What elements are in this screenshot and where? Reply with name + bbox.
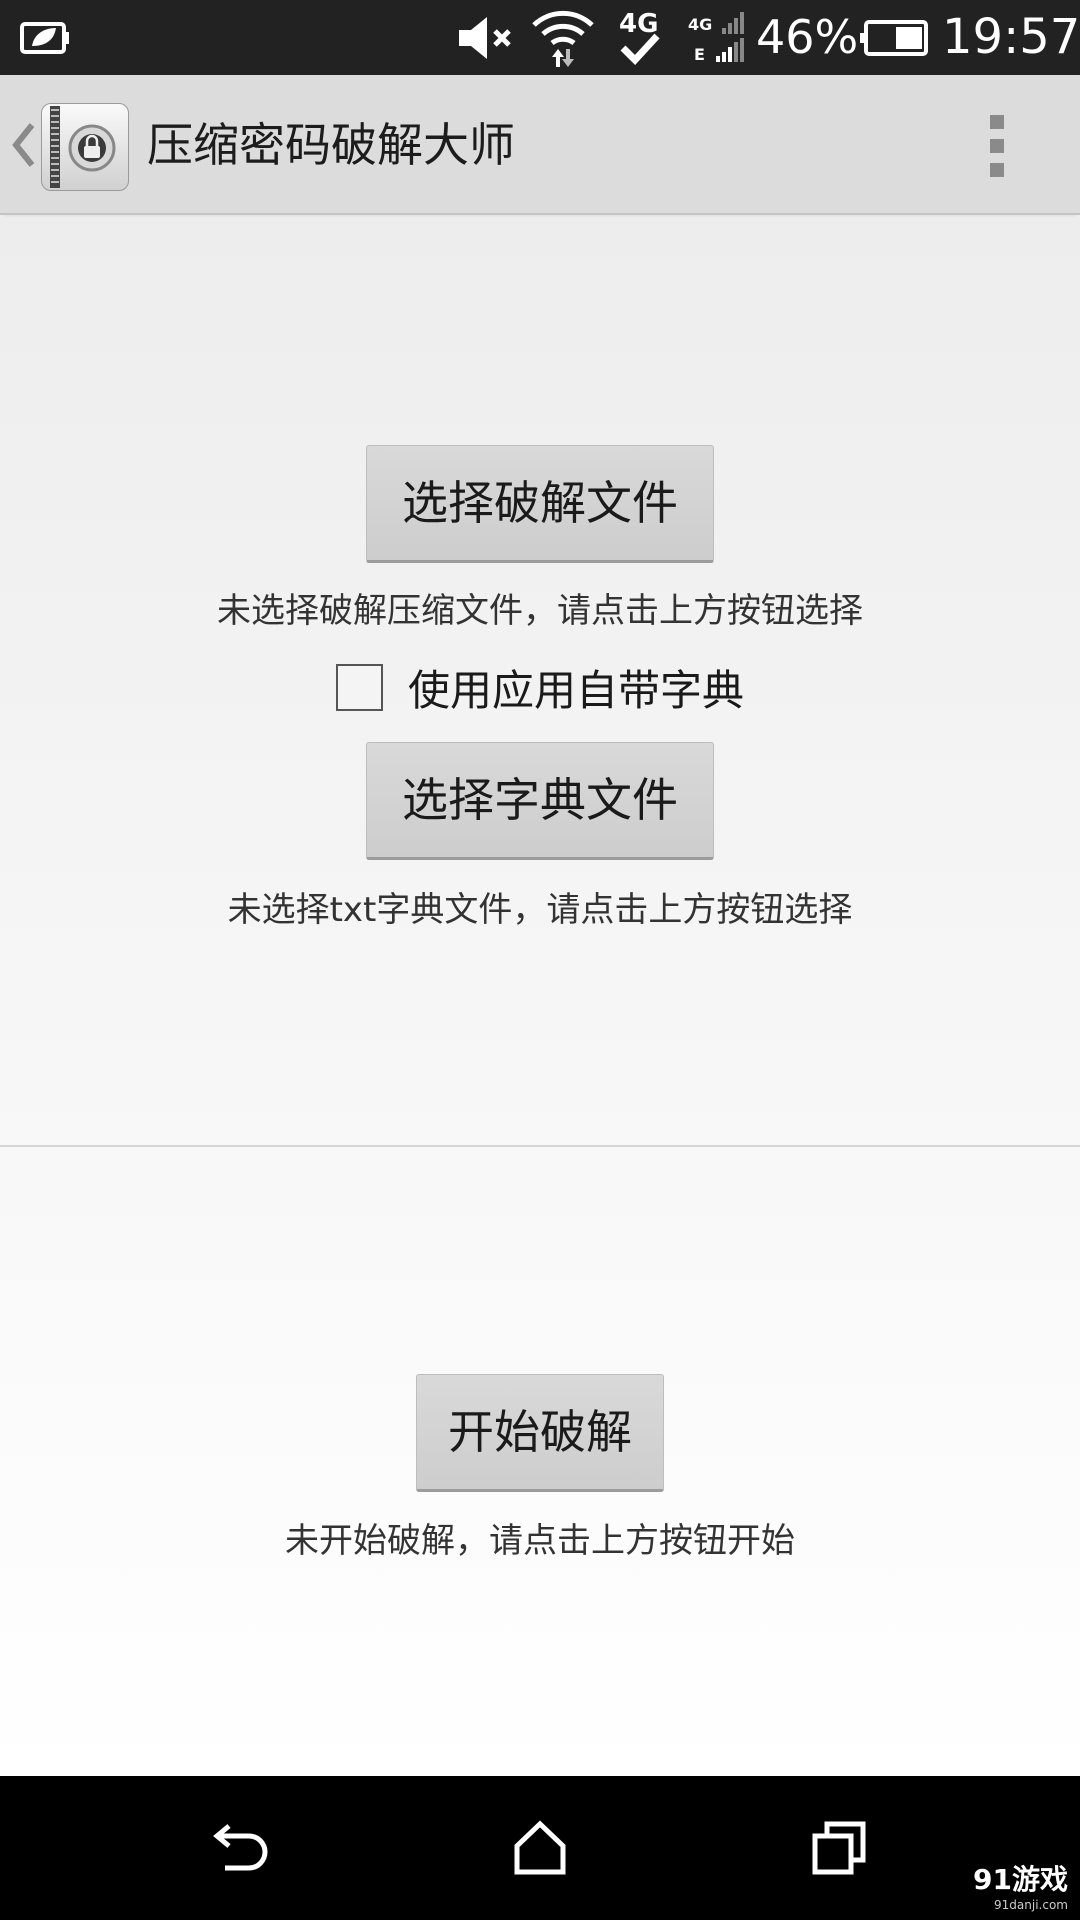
- action-bar: 压缩密码破解大师: [0, 75, 1080, 215]
- start-crack-hint: 未开始破解，请点击上方按钮开始: [285, 1521, 795, 1561]
- back-icon[interactable]: [205, 1814, 275, 1884]
- use-builtin-dict-label[interactable]: 使用应用自带字典: [408, 657, 744, 718]
- select-dict-file-button[interactable]: 选择字典文件: [366, 742, 714, 860]
- mute-icon: [455, 0, 517, 75]
- section-divider: [0, 1145, 1080, 1147]
- select-archive-file-hint: 未选择破解压缩文件，请点击上方按钮选择: [217, 591, 863, 631]
- wifi-icon: [530, 0, 596, 75]
- watermark: 91游戏 91danji.com: [973, 1858, 1068, 1912]
- signal-network-label: 4G: [688, 15, 712, 34]
- clock: 19:57: [942, 9, 1080, 65]
- battery-percent: 46%: [756, 10, 859, 64]
- status-bar: 4G 4G E 46% 19:57: [0, 0, 1080, 75]
- recent-apps-icon[interactable]: [805, 1814, 875, 1884]
- select-dict-file-hint: 未选择txt字典文件，请点击上方按钮选择: [227, 890, 853, 930]
- main-content: 选择破解文件 未选择破解压缩文件，请点击上方按钮选择 使用应用自带字典 选择字典…: [0, 217, 1080, 1776]
- app-logo-icon[interactable]: [41, 103, 129, 191]
- select-archive-file-button[interactable]: 选择破解文件: [366, 445, 714, 563]
- network-label: 4G: [619, 9, 658, 39]
- signal-e-label: E: [694, 45, 705, 64]
- up-chevron-icon[interactable]: [10, 123, 36, 167]
- start-crack-button[interactable]: 开始破解: [416, 1374, 664, 1492]
- watermark-url: 91danji.com: [994, 1898, 1068, 1912]
- use-builtin-dict-checkbox[interactable]: [336, 663, 383, 711]
- home-icon[interactable]: [505, 1814, 575, 1884]
- overflow-menu-icon[interactable]: [985, 115, 1009, 177]
- signal-icon: 4G E: [688, 0, 744, 75]
- page-title: 压缩密码破解大师: [147, 118, 515, 172]
- watermark-logo: 91游戏: [973, 1863, 1068, 1896]
- navigation-bar: 91游戏 91danji.com: [0, 1776, 1080, 1920]
- battery-icon: [860, 0, 928, 75]
- battery-saver-icon: [20, 0, 70, 75]
- use-builtin-dict-row[interactable]: 使用应用自带字典: [336, 657, 744, 717]
- 4g-icon: 4G: [615, 0, 665, 75]
